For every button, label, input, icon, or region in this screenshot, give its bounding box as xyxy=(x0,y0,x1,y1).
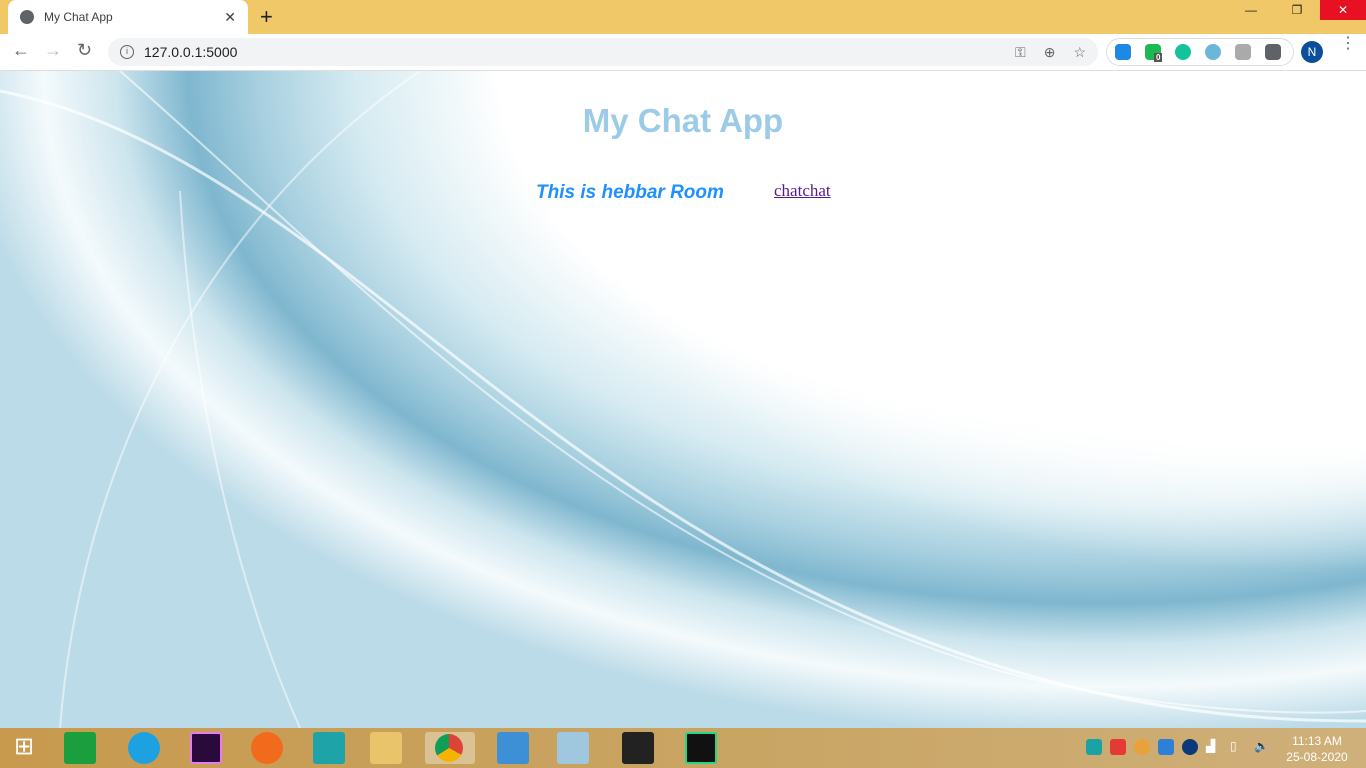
notepad-icon[interactable] xyxy=(557,732,589,764)
browser-tab[interactable]: My Chat App ✕ xyxy=(8,0,248,34)
browser-toolbar: ← → ↻ i 127.0.0.1:5000 ⚿ ⊕ ☆ 0 xyxy=(0,34,1366,71)
weather-icon[interactable] xyxy=(1134,739,1150,755)
background-swooshes xyxy=(0,71,1366,728)
vpn-extension-icon[interactable] xyxy=(1115,44,1131,60)
network-tool-icon[interactable] xyxy=(1158,739,1174,755)
chat-link[interactable]: chatchat xyxy=(774,181,831,201)
close-window-button[interactable]: ✕ xyxy=(1320,0,1366,20)
globe-icon xyxy=(20,10,34,24)
back-button[interactable]: ← xyxy=(12,40,30,61)
windows-start-icon[interactable]: ⊞ xyxy=(8,732,40,764)
close-tab-icon[interactable]: ✕ xyxy=(224,9,236,26)
signal-icon[interactable]: ▟ xyxy=(1206,739,1222,755)
background-swoosh xyxy=(179,190,301,728)
volume-icon[interactable]: 🔈 xyxy=(1254,739,1270,755)
premiere-icon[interactable] xyxy=(190,732,222,764)
extension-badge: 0 xyxy=(1154,53,1163,62)
restore-button[interactable]: ❐ xyxy=(1274,0,1320,20)
maya-icon[interactable] xyxy=(313,732,345,764)
chrome-icon xyxy=(435,734,463,762)
clock-date: 25-08-2020 xyxy=(1286,750,1348,764)
eset-icon[interactable] xyxy=(1086,739,1102,755)
info-icon[interactable]: i xyxy=(120,45,134,59)
chrome-taskbar-button[interactable] xyxy=(425,732,475,764)
zoom-icon[interactable]: ⊕ xyxy=(1044,44,1056,61)
star-icon[interactable]: ☆ xyxy=(1073,44,1086,61)
menu-icon[interactable]: ⋮ xyxy=(1340,36,1356,52)
scissors-extension-icon[interactable] xyxy=(1235,44,1251,60)
background-swoosh xyxy=(119,71,1366,714)
clock-time: 11:13 AM xyxy=(1292,734,1342,748)
puzzle-icon[interactable] xyxy=(1265,44,1281,60)
page-title: My Chat App xyxy=(582,102,784,139)
taskbar: ⊞ ▟ ▯ 🔈 11:13 AM 25-08-2020 xyxy=(0,728,1366,768)
minimize-button[interactable]: — xyxy=(1228,0,1274,20)
battery-icon[interactable]: ▯ xyxy=(1230,739,1246,755)
reload-button[interactable]: ↻ xyxy=(77,40,92,61)
control-panel-icon[interactable] xyxy=(497,732,529,764)
firefox-icon[interactable] xyxy=(251,732,283,764)
page-content: My Chat App This is hebbar Room chatchat xyxy=(0,71,1366,728)
pycharm-icon[interactable] xyxy=(685,732,717,764)
store-icon[interactable] xyxy=(64,732,96,764)
extension-icon[interactable] xyxy=(1205,44,1221,60)
room-label: This is hebbar Room xyxy=(536,182,724,203)
command-prompt-icon[interactable] xyxy=(622,732,654,764)
shield-extension-icon[interactable]: 0 xyxy=(1145,44,1163,62)
anydesk-icon[interactable] xyxy=(1110,739,1126,755)
extensions-area: 0 xyxy=(1106,38,1294,66)
profile-avatar[interactable]: N xyxy=(1301,41,1323,63)
forward-button[interactable]: → xyxy=(44,40,62,61)
internet-explorer-icon[interactable] xyxy=(128,732,160,764)
background-swoosh xyxy=(59,71,421,728)
bluetooth-icon[interactable] xyxy=(1182,739,1198,755)
address-bar[interactable]: i 127.0.0.1:5000 ⚿ ⊕ ☆ xyxy=(108,38,1098,66)
grammarly-icon[interactable] xyxy=(1175,44,1191,60)
system-tray: ▟ ▯ 🔈 xyxy=(1086,739,1270,755)
clock[interactable]: 11:13 AM 25-08-2020 xyxy=(1282,733,1352,765)
tab-title: My Chat App xyxy=(44,10,113,24)
key-icon[interactable]: ⚿ xyxy=(1015,44,1026,61)
new-tab-button[interactable]: + xyxy=(260,4,273,30)
url-text[interactable]: 127.0.0.1:5000 xyxy=(144,44,237,60)
file-explorer-icon[interactable] xyxy=(370,732,402,764)
tab-strip: My Chat App ✕ + — ❐ ✕ xyxy=(0,0,1366,34)
